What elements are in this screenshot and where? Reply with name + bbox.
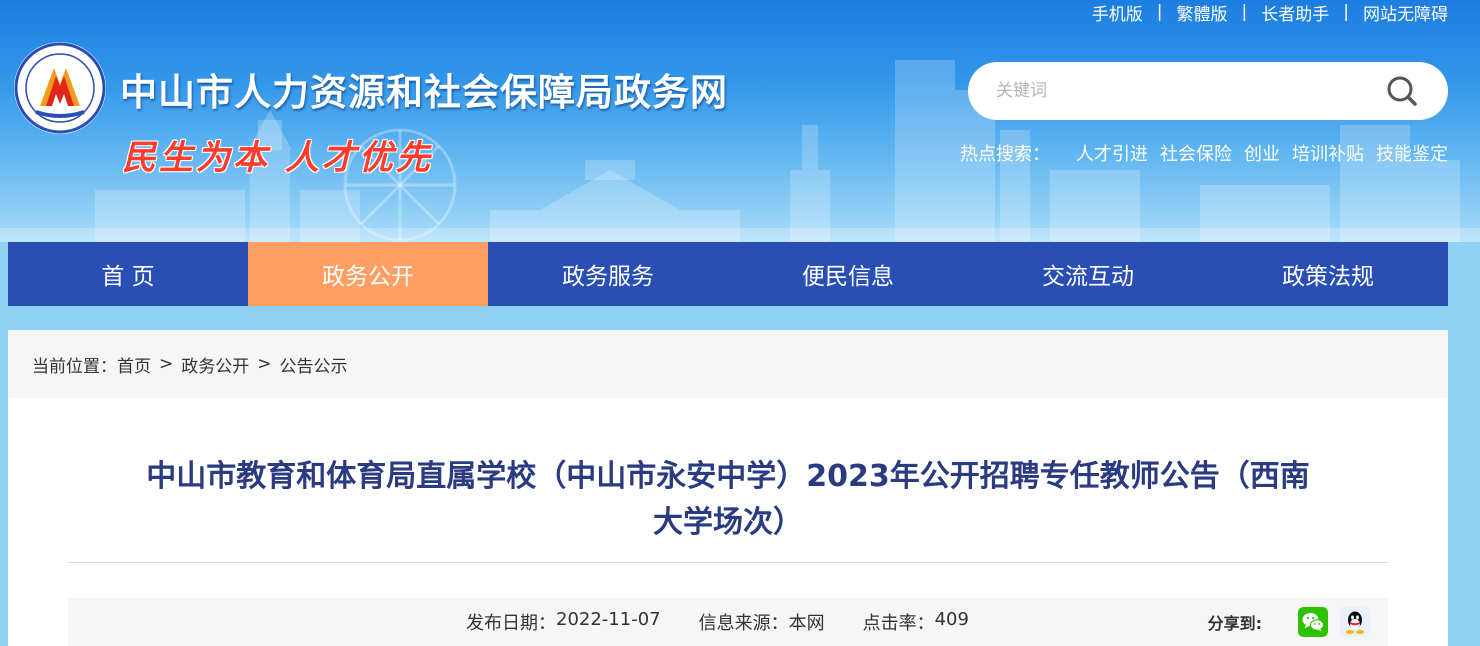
bureau-logo[interactable] (12, 40, 108, 136)
article-meta-bar: 发布日期： 2022-11-07 信息来源： 本网 点击率： 409 分享到: (68, 598, 1388, 646)
elderly-assistant-link[interactable]: 长者助手 (1261, 0, 1329, 25)
search-input[interactable] (996, 76, 1376, 106)
qq-icon[interactable] (1340, 607, 1370, 637)
hot-search-talent-link[interactable]: 人才引进 (1076, 140, 1148, 166)
breadcrumb: 当前位置： 首页 > 政务公开 > 公告公示 (8, 330, 1448, 398)
info-source: 信息来源： 本网 (699, 609, 825, 635)
slogan: 民生为本 人才优先 (122, 138, 433, 178)
main-nav: 首 页 政务公开 政务服务 便民信息 交流互动 政策法规 (8, 242, 1448, 306)
publish-date-value: 2022-11-07 (556, 609, 661, 630)
accessibility-link[interactable]: 网站无障碍 (1363, 0, 1448, 25)
hot-search-social-insurance-link[interactable]: 社会保险 (1160, 140, 1232, 166)
nav-item-home[interactable]: 首 页 (8, 242, 248, 306)
info-source-label: 信息来源： (698, 613, 789, 634)
site-header: 手机版 | 繁體版 | 长者助手 | 网站无障碍 中山市人力资源和社会保障局政务… (0, 0, 1480, 242)
top-link-separator: | (1241, 2, 1248, 22)
breadcrumb-announcements[interactable]: 公告公示 (280, 352, 348, 377)
article-meta-info: 发布日期： 2022-11-07 信息来源： 本网 点击率： 409 (466, 598, 1007, 646)
share-bar: 分享到: (1208, 598, 1370, 646)
nav-item-interaction[interactable]: 交流互动 (968, 242, 1208, 306)
article-content: 当前位置： 首页 > 政务公开 > 公告公示 中山市教育和体育局直属学校（中山市… (8, 330, 1448, 646)
breadcrumb-home[interactable]: 首页 (117, 352, 151, 377)
traditional-chinese-link[interactable]: 繁體版 (1177, 0, 1228, 25)
publish-date-label: 发布日期： (466, 613, 556, 634)
nav-item-government-affairs[interactable]: 政务公开 (248, 242, 488, 306)
nav-item-public-info[interactable]: 便民信息 (728, 242, 968, 306)
search-box (968, 62, 1448, 120)
article-title-line2: 大学场次） (653, 505, 803, 540)
top-link-separator: | (1156, 2, 1163, 22)
click-count-label: 点击率： (862, 613, 935, 634)
article-title-line1: 中山市教育和体育局直属学校（中山市永安中学）2023年公开招聘专任教师公告（西南 (146, 459, 1310, 494)
publish-date: 发布日期： 2022-11-07 (466, 609, 661, 635)
title-divider (68, 562, 1388, 563)
breadcrumb-separator: > (159, 354, 174, 374)
info-source-value: 本网 (788, 613, 825, 634)
hot-search-skill-appraisal-link[interactable]: 技能鉴定 (1376, 140, 1448, 166)
mobile-version-link[interactable]: 手机版 (1092, 0, 1143, 25)
breadcrumb-government-affairs[interactable]: 政务公开 (181, 352, 249, 377)
hot-search: 热点搜索： 人才引进 社会保险 创业 培训补贴 技能鉴定 (960, 140, 1448, 166)
search-icon[interactable] (1386, 75, 1418, 107)
top-link-separator: | (1343, 2, 1349, 22)
wechat-icon[interactable] (1298, 607, 1328, 637)
breadcrumb-label: 当前位置： (32, 356, 117, 377)
hot-search-entrepreneurship-link[interactable]: 创业 (1244, 140, 1280, 166)
hot-search-label: 热点搜索： (960, 144, 1050, 165)
click-count-value: 409 (934, 609, 969, 630)
nav-item-government-services[interactable]: 政务服务 (488, 242, 728, 306)
click-count: 点击率： 409 (863, 609, 969, 635)
city-skyline-banner (0, 60, 1480, 242)
breadcrumb-separator: > (257, 354, 272, 374)
share-label: 分享到: (1207, 614, 1262, 633)
hot-search-training-subsidy-link[interactable]: 培训补贴 (1292, 140, 1364, 166)
article-title: 中山市教育和体育局直属学校（中山市永安中学）2023年公开招聘专任教师公告（西南… (68, 454, 1388, 546)
top-links-bar: 手机版 | 繁體版 | 长者助手 | 网站无障碍 (1092, 0, 1448, 25)
site-title: 中山市人力资源和社会保障局政务网 (120, 71, 728, 114)
nav-item-policies[interactable]: 政策法规 (1208, 242, 1448, 306)
